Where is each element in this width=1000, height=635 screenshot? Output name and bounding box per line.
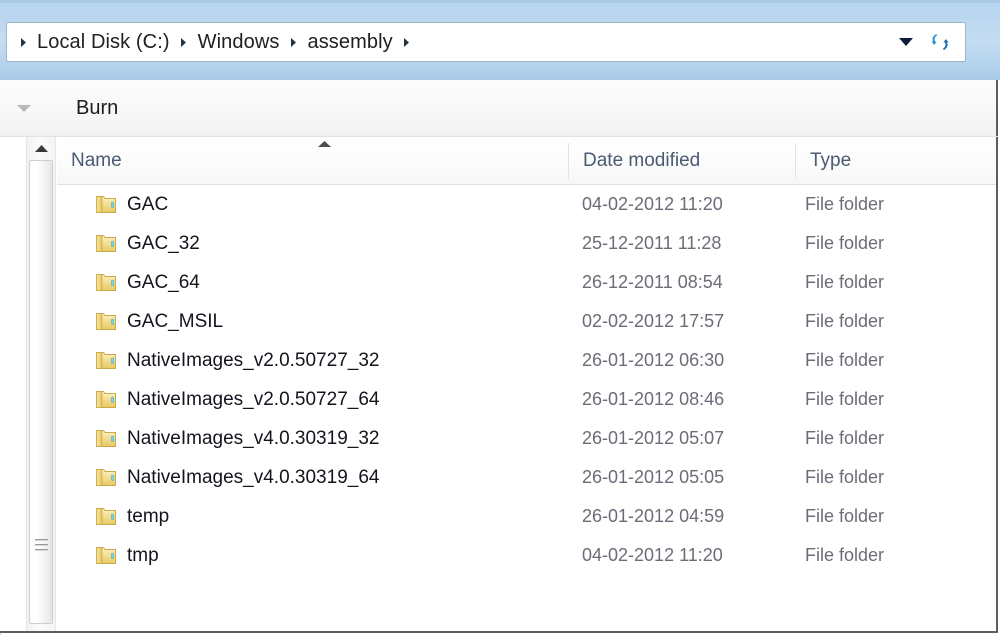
file-name-cell[interactable]: GAC_64 xyxy=(57,272,568,294)
command-toolbar: Burn xyxy=(0,80,998,137)
file-date-modified-cell: 02-02-2012 17:57 xyxy=(582,311,725,331)
chevron-down-icon[interactable] xyxy=(893,25,919,59)
file-name-cell[interactable]: NativeImages_v2.0.50727_64 xyxy=(57,389,568,411)
file-name-label: tmp xyxy=(127,544,159,566)
table-row[interactable]: NativeImages_v4.0.30319_64 26-01-2012 05:… xyxy=(57,458,996,497)
breadcrumb-separator-icon xyxy=(176,37,192,48)
file-date-modified-cell: 26-12-2011 08:54 xyxy=(582,272,723,292)
address-bar[interactable]: Local Disk (C:) Windows assembly xyxy=(6,22,966,62)
column-header-date-modified-label: Date modified xyxy=(583,149,701,171)
file-name-label: GAC_64 xyxy=(127,271,200,293)
file-date-modified-cell: 26-01-2012 04:59 xyxy=(582,506,725,526)
file-type-cell: File folder xyxy=(805,506,885,526)
scroll-up-arrow-icon[interactable] xyxy=(27,137,55,159)
window-top-edge xyxy=(0,0,1000,3)
file-name-label: GAC_MSIL xyxy=(127,310,224,332)
folder-icon xyxy=(95,468,117,487)
file-name-label: GAC xyxy=(127,193,169,215)
scrollbar-grip-icon xyxy=(35,539,48,551)
file-name-label: GAC_32 xyxy=(127,232,200,254)
file-name-cell[interactable]: NativeImages_v2.0.50727_32 xyxy=(57,350,568,372)
file-date-modified-cell: 26-01-2012 05:05 xyxy=(582,467,725,487)
file-type-cell: File folder xyxy=(805,272,885,292)
folder-icon xyxy=(95,351,117,370)
file-type-cell: File folder xyxy=(805,545,885,565)
column-header-name-label: Name xyxy=(71,149,122,171)
table-row[interactable]: NativeImages_v2.0.50727_64 26-01-2012 08:… xyxy=(57,380,996,419)
file-date-modified-cell: 04-02-2012 11:20 xyxy=(582,194,723,214)
table-row[interactable]: NativeImages_v2.0.50727_32 26-01-2012 06:… xyxy=(57,341,996,380)
table-row[interactable]: GAC_MSIL 02-02-2012 17:57 File folder xyxy=(57,302,996,341)
folder-icon xyxy=(95,507,117,526)
breadcrumb-item-local-disk[interactable]: Local Disk (C:) xyxy=(31,29,176,56)
breadcrumb-item-windows[interactable]: Windows xyxy=(192,29,286,56)
file-name-cell[interactable]: NativeImages_v4.0.30319_64 xyxy=(57,467,568,489)
folder-icon xyxy=(95,390,117,409)
breadcrumb-item-assembly[interactable]: assembly xyxy=(301,29,398,56)
file-name-label: temp xyxy=(127,505,170,527)
file-type-cell: File folder xyxy=(805,233,885,253)
folder-icon xyxy=(95,195,117,214)
file-name-label: NativeImages_v2.0.50727_32 xyxy=(127,349,380,371)
table-row[interactable]: GAC 04-02-2012 11:20 File folder xyxy=(57,185,996,224)
file-name-cell[interactable]: NativeImages_v4.0.30319_32 xyxy=(57,428,568,450)
file-name-cell[interactable]: GAC_MSIL xyxy=(57,311,568,333)
table-row[interactable]: tmp 04-02-2012 11:20 File folder xyxy=(57,536,996,575)
table-row[interactable]: GAC_32 25-12-2011 11:28 File folder xyxy=(57,224,996,263)
file-name-label: NativeImages_v4.0.30319_64 xyxy=(127,466,380,488)
folder-icon xyxy=(95,429,117,448)
file-type-cell: File folder xyxy=(805,311,885,331)
breadcrumb-separator-icon[interactable] xyxy=(399,37,415,48)
address-bar-actions xyxy=(893,25,965,59)
column-header-type-label: Type xyxy=(810,149,852,171)
explorer-window: Local Disk (C:) Windows assembly Burn Na… xyxy=(0,0,1000,635)
folder-icon xyxy=(95,273,117,292)
file-name-label: NativeImages_v2.0.50727_64 xyxy=(127,388,380,410)
column-header-type[interactable]: Type xyxy=(796,137,996,184)
table-row[interactable]: temp 26-01-2012 04:59 File folder xyxy=(57,497,996,536)
table-row[interactable]: NativeImages_v4.0.30319_32 26-01-2012 05:… xyxy=(57,419,996,458)
breadcrumb[interactable]: Local Disk (C:) Windows assembly xyxy=(7,23,893,61)
file-date-modified-cell: 26-01-2012 06:30 xyxy=(582,350,725,370)
table-row[interactable]: GAC_64 26-12-2011 08:54 File folder xyxy=(57,263,996,302)
file-date-modified-cell: 25-12-2011 11:28 xyxy=(582,233,722,253)
file-type-cell: File folder xyxy=(805,194,885,214)
folder-icon xyxy=(95,546,117,565)
file-name-cell[interactable]: GAC xyxy=(57,194,568,216)
file-date-modified-cell: 04-02-2012 11:20 xyxy=(582,545,723,565)
file-name-label: NativeImages_v4.0.30319_32 xyxy=(127,427,380,449)
column-headers: Name Date modified Type xyxy=(57,137,996,185)
file-type-cell: File folder xyxy=(805,467,885,487)
sort-ascending-icon xyxy=(315,139,333,149)
column-header-name[interactable]: Name xyxy=(57,137,568,184)
file-list: GAC 04-02-2012 11:20 File folder GAC_32 25-… xyxy=(57,185,996,629)
refresh-icon[interactable] xyxy=(923,25,957,59)
folder-icon xyxy=(95,312,117,331)
breadcrumb-separator-icon xyxy=(285,37,301,48)
file-name-cell[interactable]: temp xyxy=(57,506,568,528)
file-type-cell: File folder xyxy=(805,350,885,370)
folder-icon xyxy=(95,234,117,253)
file-name-cell[interactable]: tmp xyxy=(57,545,568,567)
scrollbar-thumb[interactable] xyxy=(29,160,53,624)
file-name-cell[interactable]: GAC_32 xyxy=(57,233,568,255)
chevron-down-icon[interactable] xyxy=(0,104,48,113)
file-list-area: Name Date modified Type GAC 04-02-2012 1… xyxy=(0,137,998,633)
burn-button[interactable]: Burn xyxy=(66,93,128,124)
file-date-modified-cell: 26-01-2012 05:07 xyxy=(582,428,725,448)
file-date-modified-cell: 26-01-2012 08:46 xyxy=(582,389,725,409)
file-type-cell: File folder xyxy=(805,389,885,409)
vertical-scrollbar[interactable] xyxy=(26,137,56,631)
column-header-date-modified[interactable]: Date modified xyxy=(569,137,795,184)
file-type-cell: File folder xyxy=(805,428,885,448)
breadcrumb-separator-icon xyxy=(15,37,31,48)
